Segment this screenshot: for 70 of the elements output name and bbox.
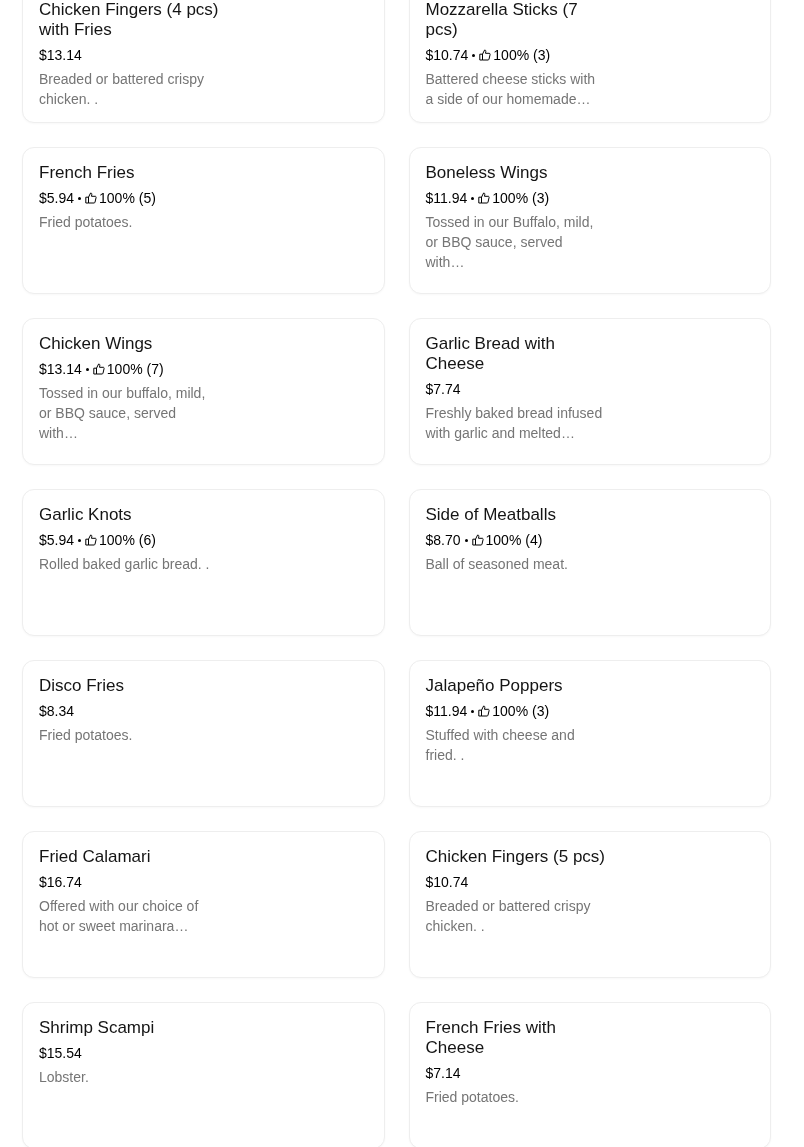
- item-description: Ball of seasoned meat.: [425, 555, 569, 574]
- item-price: $11.94: [425, 189, 468, 208]
- menu-item-card[interactable]: Shrimp Scampi $15.54 Lobster.: [22, 1002, 385, 1147]
- thumbs-up-icon: [92, 363, 105, 375]
- item-rating: 100% (3): [492, 702, 550, 721]
- item-price: $13.14: [39, 46, 82, 65]
- item-title: Chicken Fingers (5 pcs): [425, 847, 606, 867]
- item-description: Fried potatoes.: [39, 213, 134, 232]
- item-title: Fried Calamari: [39, 847, 152, 867]
- menu-item-card[interactable]: Side of Meatballs $8.70 100% (4) Ball of seasoned meat.: [408, 489, 771, 636]
- menu-item-card[interactable]: French Fries with Cheese $7.14 Fried potatoes.: [408, 1002, 771, 1147]
- item-rating: 100% (5): [99, 189, 156, 208]
- thumbs-up-icon: [85, 192, 98, 204]
- item-rating: 100% (3): [493, 46, 551, 65]
- item-price: $15.54: [39, 1044, 82, 1063]
- item-rating: 100% (7): [106, 360, 164, 379]
- menu-item-card[interactable]: Boneless Wings $11.94 100% (3) Tossed in our Buffalo, mild, or BBQ sauce, served with…: [408, 147, 771, 294]
- thumbs-up-icon: [478, 705, 491, 717]
- menu-item-card[interactable]: Jalapeño Poppers $11.94 100% (3) Stuffed with cheese and fried. .: [408, 660, 771, 807]
- menu-item-card[interactable]: Disco Fries $8.34 Fried potatoes.: [22, 660, 385, 807]
- menu-item-card[interactable]: Chicken Fingers (4 pcs) with Fries $13.14 Breaded or battered crispy chicken. .: [22, 0, 385, 123]
- item-title: Garlic Bread with Cheese: [425, 334, 556, 374]
- item-price: $10.74: [425, 46, 469, 65]
- item-description: Tossed in our buffalo, mild, or BBQ sauce, served with…: [39, 384, 207, 443]
- item-description: Stuffed with cheese and fried. .: [425, 726, 576, 765]
- item-description: Fried potatoes.: [39, 726, 134, 745]
- item-rating: 100% (3): [492, 189, 550, 208]
- item-rating: 100% (6): [99, 531, 156, 550]
- thumbs-up-icon: [479, 49, 492, 61]
- item-price: $11.94: [425, 702, 468, 721]
- item-title: French Fries: [39, 163, 136, 183]
- item-price: $7.74: [425, 380, 461, 399]
- item-price: $7.14: [425, 1064, 461, 1083]
- menu-item-card[interactable]: Chicken Fingers (5 pcs) $10.74 Breaded or battered crispy chicken. .: [408, 831, 771, 978]
- item-price: $10.74: [425, 873, 469, 892]
- item-price: $8.70: [425, 531, 461, 550]
- menu-item-card[interactable]: Garlic Bread with Cheese $7.74 Freshly baked bread infused with garlic and melted…: [408, 318, 771, 465]
- menu-item-card[interactable]: Fried Calamari $16.74 Offered with our choice of hot or sweet marinara…: [22, 831, 385, 978]
- item-title: French Fries with Cheese: [425, 1018, 557, 1058]
- item-title: Side of Meatballs: [425, 505, 557, 525]
- item-title: Garlic Knots: [39, 505, 133, 525]
- item-title: Mozzarella Sticks (7 pcs): [425, 0, 579, 40]
- item-description: Breaded or battered crispy chicken. .: [425, 897, 592, 936]
- item-price: $13.14: [39, 360, 82, 379]
- menu-item-card[interactable]: Garlic Knots $5.94 100% (6) Rolled baked garlic bread. .: [22, 489, 385, 636]
- item-description: Rolled baked garlic bread. .: [39, 555, 211, 574]
- item-description: Fried potatoes.: [425, 1088, 520, 1107]
- item-description: Offered with our choice of hot or sweet marinara…: [39, 897, 200, 936]
- item-title: Disco Fries: [39, 676, 125, 696]
- item-description: Tossed in our Buffalo, mild, or BBQ sauce, served with…: [425, 213, 595, 272]
- item-description: Lobster.: [39, 1068, 90, 1087]
- item-title: Chicken Wings: [39, 334, 154, 354]
- thumbs-up-icon: [478, 192, 491, 204]
- item-title: Jalapeño Poppers: [425, 676, 564, 696]
- item-rating: 100% (4): [485, 531, 543, 550]
- item-title: Boneless Wings: [425, 163, 549, 183]
- item-description: Breaded or battered crispy chicken. .: [39, 70, 205, 109]
- item-price: $16.74: [39, 873, 82, 892]
- menu-item-card[interactable]: Mozzarella Sticks (7 pcs) $10.74 100% (3) Battered cheese sticks with a side of our homemade…: [408, 0, 771, 123]
- thumbs-up-icon: [85, 534, 98, 546]
- item-price: $8.34: [39, 702, 75, 721]
- item-title: Shrimp Scampi: [39, 1018, 156, 1038]
- item-title: Chicken Fingers (4 pcs) with Fries: [39, 0, 220, 40]
- item-description: Freshly baked bread infused with garlic and melted…: [425, 404, 604, 443]
- menu-item-card[interactable]: French Fries $5.94 100% (5) Fried potatoes.: [22, 147, 385, 294]
- item-description: Battered cheese sticks with a side of our homemade…: [425, 70, 597, 109]
- menu-item-card[interactable]: Chicken Wings $13.14 100% (7) Tossed in our buffalo, mild, or BBQ sauce, served with…: [22, 318, 385, 465]
- thumbs-up-icon: [471, 534, 484, 546]
- item-price: $5.94: [39, 531, 75, 550]
- item-price: $5.94: [39, 189, 75, 208]
